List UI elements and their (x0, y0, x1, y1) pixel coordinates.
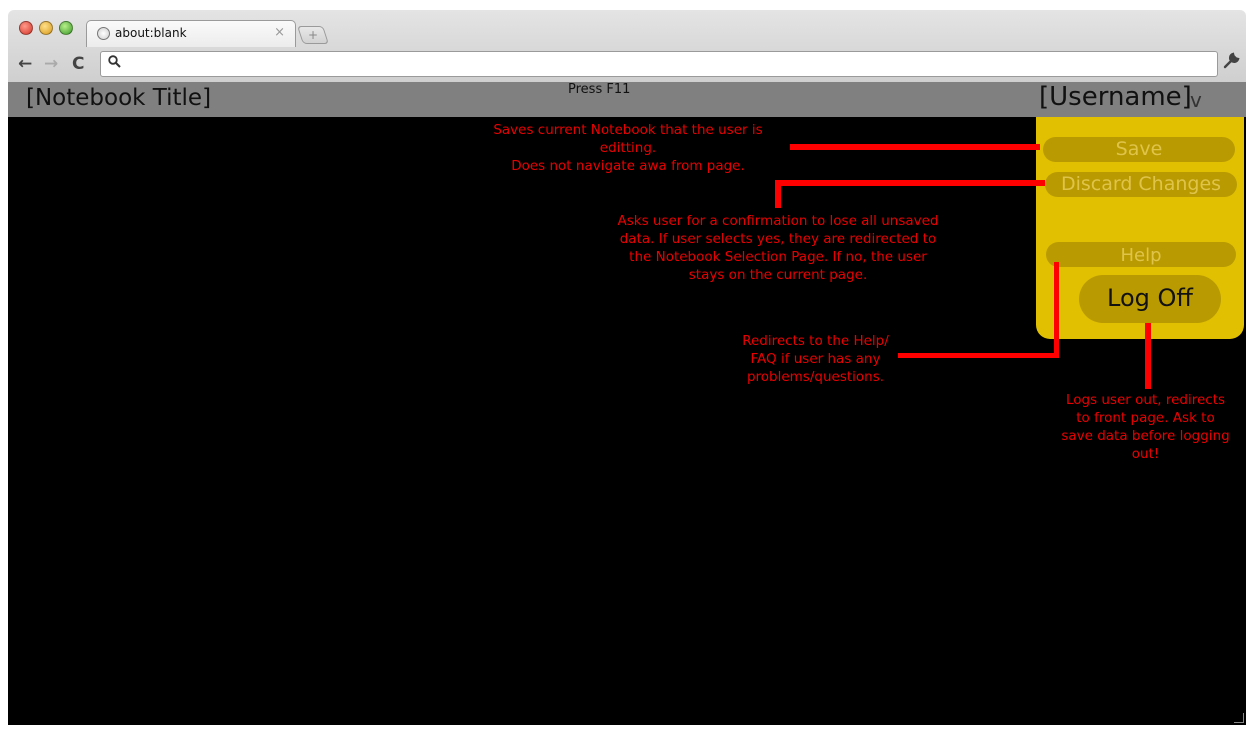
browser-tab[interactable]: about:blank × (86, 20, 296, 47)
annotation-line: Asks user for a confirmation to lose all… (617, 213, 939, 229)
annotation-line: save data before logging (1061, 428, 1230, 444)
save-annotation: Saves current Notebook that the user is … (468, 121, 788, 175)
help-annotation: Redirects to the Help/ FAQ if user has a… (728, 332, 903, 386)
discard-connector (775, 180, 1045, 186)
user-dropdown-menu: Save Discard Changes Help Log Off (1036, 117, 1244, 339)
address-bar[interactable] (100, 51, 1218, 77)
annotation-line: FAQ if user has any (750, 351, 881, 367)
help-button[interactable]: Help (1046, 242, 1236, 267)
chevron-down-icon[interactable]: v (1190, 88, 1202, 112)
discard-connector-vertical (775, 180, 781, 208)
help-connector (898, 353, 1059, 358)
minimize-window-button[interactable] (39, 21, 53, 35)
annotation-line: out! (1131, 446, 1160, 462)
discard-changes-button[interactable]: Discard Changes (1045, 172, 1237, 197)
plus-icon: + (307, 28, 319, 42)
save-button[interactable]: Save (1043, 137, 1235, 162)
tab-title: about:blank (115, 26, 187, 40)
save-connector (790, 144, 1040, 150)
reload-button[interactable]: C (72, 54, 84, 74)
discard-annotation: Asks user for a confirmation to lose all… (588, 212, 968, 284)
notebook-title[interactable]: [Notebook Title] (26, 85, 211, 111)
forward-button[interactable]: → (44, 54, 58, 74)
annotation-line: the Notebook Selection Page. If no, the … (629, 249, 927, 265)
annotation-line: Logs user out, redirects (1065, 392, 1226, 408)
annotation-line: to front page. Ask to (1076, 410, 1215, 426)
help-connector-vertical (1054, 262, 1059, 358)
new-tab-button[interactable]: + (297, 26, 329, 44)
fullscreen-hint: Press F11 (568, 82, 631, 97)
annotation-line: stays on the current page. (688, 267, 868, 283)
annotation-line: Saves current Notebook that the user is … (493, 122, 763, 156)
globe-icon (97, 27, 110, 40)
logoff-connector (1145, 323, 1151, 389)
resize-handle[interactable] (1234, 713, 1244, 723)
tab-close-icon[interactable]: × (274, 25, 285, 40)
close-window-button[interactable] (19, 21, 33, 35)
log-off-button[interactable]: Log Off (1079, 275, 1221, 323)
maximize-window-button[interactable] (59, 21, 73, 35)
app-header: [Notebook Title] Press F11 [Username] v (8, 82, 1246, 117)
wrench-icon[interactable] (1222, 52, 1240, 75)
annotation-line: Redirects to the Help/ (742, 333, 889, 349)
search-icon (108, 55, 121, 72)
annotation-line: Does not navigate awa from page. (511, 158, 745, 174)
logoff-annotation: Logs user out, redirects to front page. … (1048, 391, 1243, 463)
back-button[interactable]: ← (18, 54, 32, 74)
browser-chrome: about:blank × + ← → C (8, 10, 1246, 82)
page-content: [Notebook Title] Press F11 [Username] v … (8, 82, 1246, 725)
annotation-line: data. If user selects yes, they are redi… (619, 231, 937, 247)
username-menu[interactable]: [Username] (1039, 82, 1192, 112)
annotation-line: problems/questions. (746, 369, 885, 385)
